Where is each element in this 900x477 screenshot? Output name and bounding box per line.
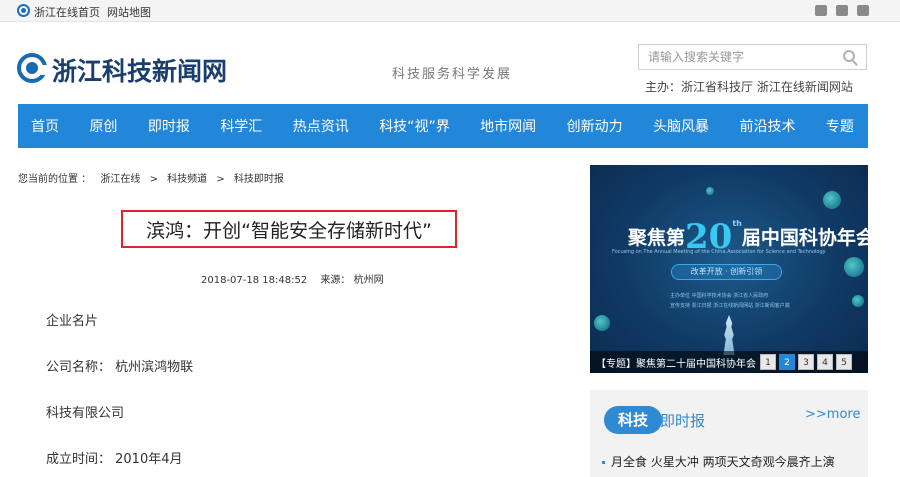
article-paragraph: 成立时间： 2010年4月 — [46, 452, 183, 467]
nav-item-special[interactable]: 专题 — [826, 116, 854, 136]
nav-item-brainstorm[interactable]: 头脑风暴 — [653, 116, 709, 136]
decor-bubble — [706, 187, 714, 195]
search-box — [638, 44, 867, 70]
search-input[interactable] — [639, 45, 829, 69]
site-slogan: 科技服务科学发展 — [392, 67, 513, 82]
bookmark-icon[interactable] — [857, 5, 869, 16]
decor-bubble — [823, 191, 841, 209]
nav-item-home[interactable]: 首页 — [31, 116, 59, 136]
banner-pager: 1 2 3 4 5 — [760, 354, 852, 370]
banner-supporter: 宣传支持 浙江日报 浙江在线新闻网站 浙江新闻客户端 — [670, 303, 790, 309]
search-icon[interactable] — [843, 50, 855, 62]
decor-bubble — [594, 315, 610, 331]
article-meta: 2018-07-18 18:48:52 来源： 杭州网 — [201, 271, 384, 286]
nav-item-instant[interactable]: 即时报 — [148, 116, 190, 136]
article-paragraph: 公司名称： 杭州滨鸿物联 — [46, 360, 194, 375]
pager-button[interactable]: 1 — [760, 354, 776, 370]
banner-title: 聚焦第20th届中国科协年会 — [628, 217, 868, 257]
nav-item-frontier[interactable]: 前沿技术 — [739, 116, 795, 136]
breadcrumb-separator: > — [149, 174, 158, 185]
breadcrumb-separator: > — [216, 174, 225, 185]
mail-icon[interactable] — [815, 5, 827, 16]
more-link[interactable]: >>more — [805, 407, 860, 422]
pager-button[interactable]: 4 — [817, 354, 833, 370]
pager-button[interactable]: 3 — [798, 354, 814, 370]
article-title: 滨鸿：开创“智能安全存储新时代” — [146, 219, 432, 242]
banner-caption[interactable]: 【专题】聚焦第二十届中国科协年会 — [596, 355, 756, 370]
camera-icon[interactable] — [836, 5, 848, 16]
banner-organizer: 主办单位 中国科学技术协会 浙江省人民政府 — [670, 293, 769, 299]
nav-item-original[interactable]: 原创 — [89, 116, 117, 136]
pagoda-icon — [723, 315, 735, 355]
nav-item-local[interactable]: 地市网闻 — [480, 116, 536, 136]
article-title-box: 滨鸿：开创“智能安全存储新时代” — [121, 210, 457, 248]
banner-caption-bar: 【专题】聚焦第二十届中国科协年会 1 2 3 4 5 — [590, 351, 868, 373]
breadcrumb-item-zjol[interactable]: 浙江在线 — [100, 174, 140, 185]
decor-bubble — [844, 257, 864, 277]
article-paragraph: 科技有限公司 — [46, 406, 125, 421]
banner-subtitle: Focusing on The Annual Meeting of the Ch… — [612, 249, 826, 255]
instant-news-badge: 科技 即时报 — [604, 402, 705, 436]
news-item[interactable]: 月全食 火星大冲 两项天文奇观今晨齐上演 — [602, 453, 835, 470]
nav-item-tech-vision[interactable]: 科技“视”界 — [379, 116, 450, 136]
article-source: 来源： 杭州网 — [320, 275, 384, 286]
banner-slogan: 改革开放 · 创新引领 — [671, 264, 782, 280]
main-nav: 首页 原创 即时报 科学汇 热点资讯 科技“视”界 地市网闻 创新动力 头脑风暴… — [18, 104, 868, 148]
article-date: 2018-07-18 18:48:52 — [201, 275, 308, 286]
site-logo-text[interactable]: 浙江科技新闻网 — [52, 52, 227, 88]
breadcrumb: 您当前的位置 ： 浙江在线 > 科技频道 > 科技即时报 — [18, 170, 290, 185]
sponsor-text: 主办：浙江省科技厅 浙江在线新闻网站 — [645, 80, 853, 94]
nav-item-hot-news[interactable]: 热点资讯 — [293, 116, 349, 136]
pager-button[interactable]: 5 — [836, 354, 852, 370]
pager-button-active[interactable]: 2 — [779, 354, 795, 370]
breadcrumb-prefix: 您当前的位置 ： — [18, 174, 92, 185]
article-paragraph: 企业名片 — [46, 314, 99, 329]
sitemap-link[interactable]: 网站地图 — [107, 4, 151, 20]
instant-news-box: 科技 即时报 >>more 月全食 火星大冲 两项天文奇观今晨齐上演 — [590, 390, 868, 477]
nav-item-innovation[interactable]: 创新动力 — [567, 116, 623, 136]
breadcrumb-item-instant[interactable]: 科技即时报 — [234, 174, 284, 185]
feature-banner[interactable]: 聚焦第20th届中国科协年会 Focusing on The Annual Me… — [590, 165, 868, 373]
nav-item-science[interactable]: 科学汇 — [220, 116, 262, 136]
home-link[interactable]: 浙江在线首页 — [34, 4, 100, 20]
decor-bubble — [852, 295, 864, 307]
top-bar: 浙江在线首页 网站地图 — [0, 0, 900, 22]
breadcrumb-item-tech[interactable]: 科技频道 — [167, 174, 207, 185]
zjol-logo-icon — [17, 4, 30, 17]
site-logo-icon[interactable] — [17, 53, 49, 83]
